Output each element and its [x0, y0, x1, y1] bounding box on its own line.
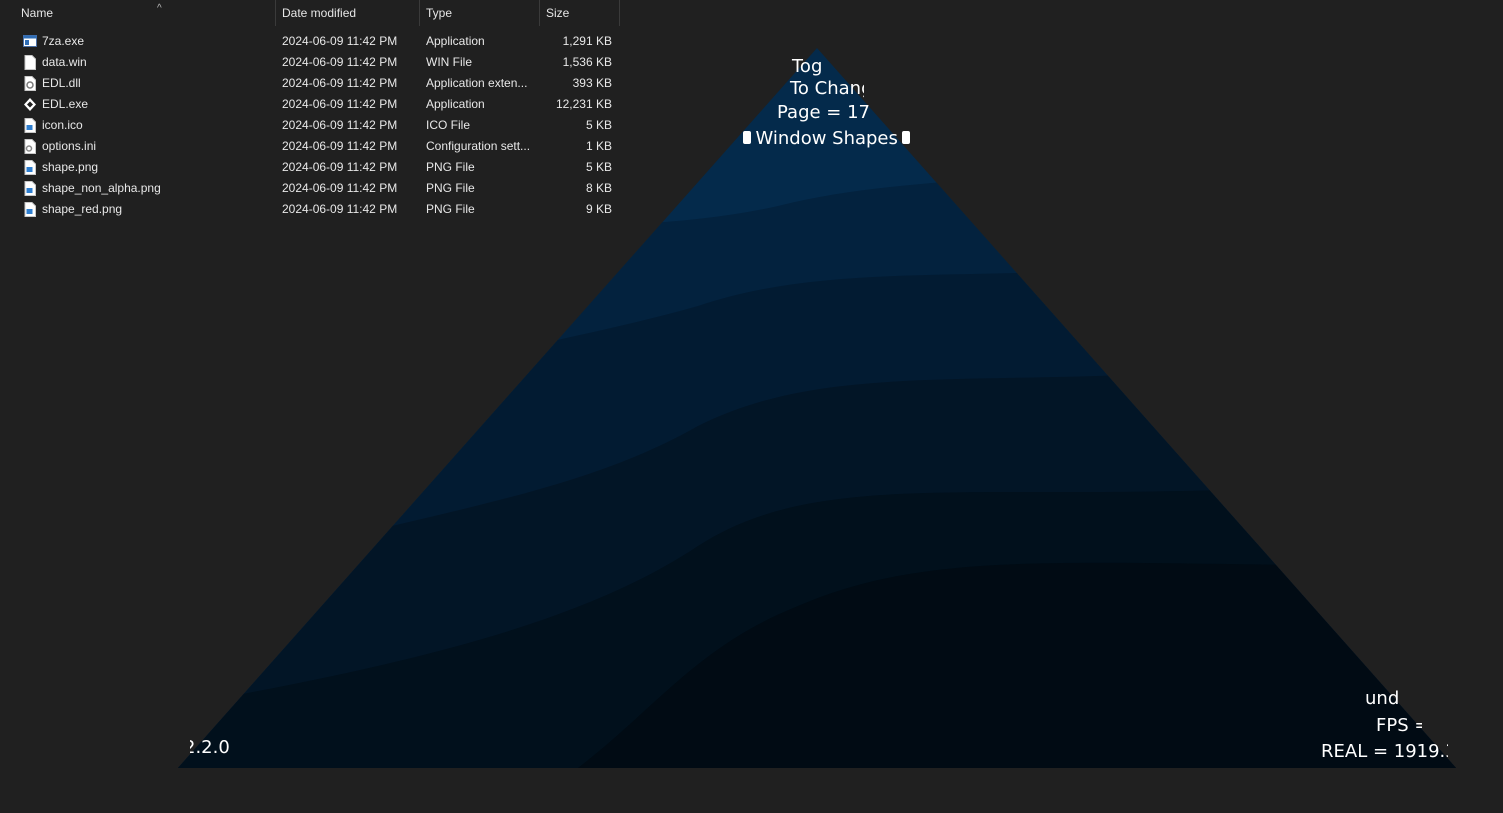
real-clip: REAL = 1919.39: [1318, 740, 1448, 766]
column-header-name-label: Name: [21, 6, 54, 20]
triangle-game-window[interactable]: Tog To Chang Page = 17 Window Shapes 2.2…: [178, 46, 1456, 768]
column-header-bar: Name ^ Date modified Type Size: [0, 0, 622, 26]
file-name: 7za.exe: [42, 34, 85, 48]
file-name: icon.ico: [42, 118, 83, 132]
column-header-date-label: Date modified: [282, 6, 357, 20]
dll-icon: [24, 76, 36, 91]
column-header-type[interactable]: Type: [420, 0, 540, 26]
column-header-name[interactable]: Name ^: [15, 0, 276, 26]
change-text-clip: To Chang: [784, 78, 864, 102]
toggle-text-clip: Tog: [790, 54, 858, 80]
triangle-background: [178, 48, 1456, 768]
fps-clip: FPS =: [1368, 714, 1422, 738]
real-fps-text: REAL = 1919.39: [1321, 741, 1448, 762]
app-icon: [24, 98, 36, 111]
window-shapes-label: Window Shapes: [755, 128, 898, 149]
column-header-type-label: Type: [426, 6, 453, 20]
column-header-date[interactable]: Date modified: [276, 0, 420, 26]
file-name: EDL.exe: [42, 97, 89, 111]
window-shapes-title: Window Shapes: [743, 128, 911, 150]
file-name: shape_non_alpha.png: [42, 181, 161, 195]
change-hint-text: To Chang: [790, 78, 864, 99]
toggle-hint-text: Tog: [792, 56, 823, 77]
file-name: EDL.dll: [42, 76, 81, 90]
file-name: shape_red.png: [42, 202, 123, 216]
column-header-size[interactable]: Size: [540, 0, 620, 26]
bottom-text-clip: und: [1358, 688, 1408, 712]
bracket-left-icon: [743, 131, 751, 145]
image-file-icon: [24, 202, 36, 217]
page-counter: Page = 17: [777, 102, 871, 123]
fps-text: FPS =: [1376, 715, 1422, 736]
file-name: shape.png: [42, 160, 99, 174]
version-clip: 2.2.0: [190, 736, 250, 762]
image-file-icon: [24, 118, 36, 133]
file-name: options.ini: [42, 139, 97, 153]
chevron-up-icon: ^: [157, 3, 162, 14]
file-name: data.win: [42, 55, 87, 69]
image-file-icon: [24, 181, 36, 196]
column-header-size-label: Size: [546, 6, 570, 20]
exe-icon: [23, 35, 37, 47]
file-icon: [24, 55, 36, 70]
bottom-hint-text: und: [1365, 688, 1400, 709]
image-file-icon: [24, 160, 36, 175]
version-text: 2.2.0: [190, 737, 230, 758]
bracket-right-icon: [902, 131, 911, 145]
settings-file-icon: [24, 139, 36, 154]
